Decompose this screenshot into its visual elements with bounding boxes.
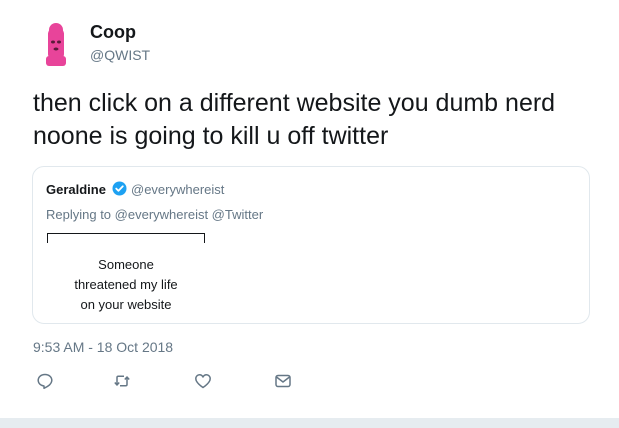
reply-icon[interactable]: [36, 372, 54, 390]
page-footer-divider: [0, 418, 619, 428]
verified-badge-icon: [112, 181, 127, 196]
sign-left-border: [47, 233, 48, 243]
author-handle[interactable]: @QWIST: [90, 47, 150, 63]
ascii-sign-art: Someone threatened my life on your websi…: [46, 229, 216, 319]
replying-to-prefix: Replying to: [46, 207, 112, 222]
retweet-icon[interactable]: [113, 372, 131, 390]
tweet-actions: [36, 372, 336, 390]
quoted-author-name: Geraldine: [46, 182, 106, 197]
sign-top-border: [47, 233, 204, 234]
author-name[interactable]: Coop: [90, 22, 136, 43]
sign-right-border: [204, 233, 205, 243]
sign-line: on your website: [80, 297, 172, 312]
sign-line: Someone: [98, 257, 154, 272]
tweet: Coop @QWIST then click on a different we…: [0, 0, 619, 418]
replying-to-mentions[interactable]: @everywhereist @Twitter: [115, 207, 263, 222]
avatar[interactable]: [38, 20, 74, 70]
like-icon[interactable]: [194, 372, 212, 390]
tweet-text: then click on a different website you du…: [33, 89, 556, 150]
quoted-author-handle: @everywhereist: [131, 182, 225, 197]
tweet-timestamp[interactable]: 9:53 AM - 18 Oct 2018: [33, 339, 173, 355]
quoted-tweet[interactable]: Geraldine @everywhereist Replying to @ev…: [32, 166, 590, 324]
replying-to: Replying to @everywhereist @Twitter: [46, 207, 263, 222]
direct-message-icon[interactable]: [274, 372, 292, 390]
sign-line: threatened my life: [74, 277, 178, 292]
